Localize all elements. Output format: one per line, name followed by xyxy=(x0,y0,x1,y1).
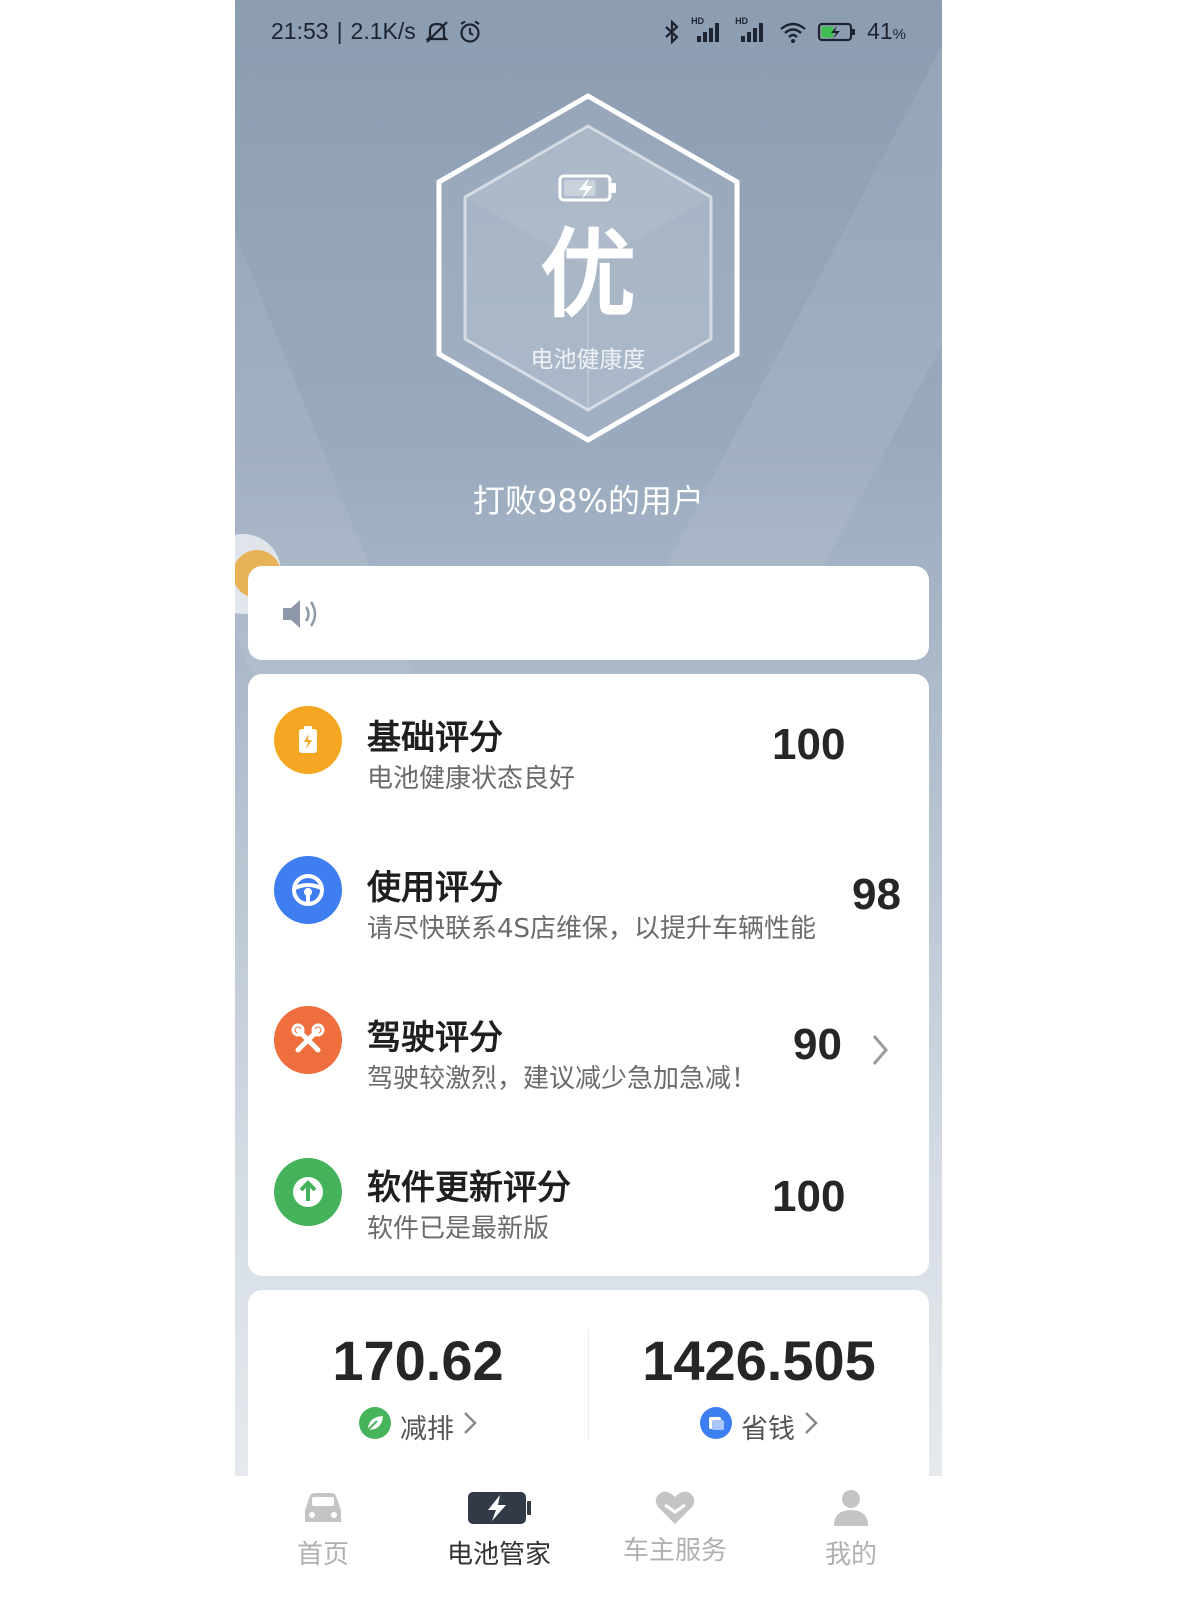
status-net-speed: 2.1K/s xyxy=(350,18,416,44)
emission-stat[interactable]: 170.62 减排 xyxy=(248,1290,588,1470)
sim2-badge: HD xyxy=(735,15,749,26)
savings-stats-card: 170.62 减排 1426.505 省钱 xyxy=(248,1290,929,1490)
battery-health-emblem: 优 电池健康度 xyxy=(433,92,743,444)
score-value: 100 xyxy=(772,1172,846,1221)
upload-arrow-icon xyxy=(274,1158,342,1226)
score-row-driving[interactable]: 驾驶评分 驾驶较激烈，建议减少急加急减！ 90 xyxy=(248,974,929,1124)
battery-unit: % xyxy=(892,26,906,43)
score-desc: 软件已是最新版 xyxy=(367,1214,550,1244)
signal-icon-2: HD xyxy=(735,16,769,44)
emission-label: 减排 xyxy=(400,1414,454,1445)
nav-label: 我的 xyxy=(824,1540,877,1570)
chevron-right-icon[interactable] xyxy=(870,1032,890,1072)
status-time: 21:53 xyxy=(271,18,329,44)
score-title: 软件更新评分 xyxy=(367,1168,571,1208)
person-icon xyxy=(834,1490,868,1526)
wrench-icon xyxy=(274,1006,342,1074)
money-stat[interactable]: 1426.505 省钱 xyxy=(589,1290,929,1470)
notice-banner[interactable] xyxy=(248,566,929,660)
score-value: 98 xyxy=(852,870,901,919)
score-desc: 请尽快联系4S店维保，以提升车辆性能 xyxy=(367,914,817,944)
money-label: 省钱 xyxy=(741,1414,795,1445)
emission-link[interactable]: 减排 xyxy=(248,1406,588,1447)
score-desc: 驾驶较激烈，建议减少急加急减！ xyxy=(367,1064,758,1094)
signal-icon: HD xyxy=(691,16,725,44)
battery-bolt-icon xyxy=(468,1492,531,1524)
nav-home[interactable]: 首页 xyxy=(235,1476,411,1599)
bluetooth-icon xyxy=(663,19,681,44)
steering-wheel-icon xyxy=(274,856,342,924)
score-title: 使用评分 xyxy=(367,868,503,908)
money-link[interactable]: 省钱 xyxy=(589,1406,929,1447)
bottom-navigation: 首页 电池管家 车主服务 我的 xyxy=(235,1476,942,1599)
nav-mine[interactable]: 我的 xyxy=(763,1476,939,1599)
beat-users-text: 打败98%的用户 xyxy=(472,482,705,520)
battery-charge-icon xyxy=(274,706,342,774)
alarm-icon xyxy=(458,20,482,44)
nav-label: 电池管家 xyxy=(446,1540,551,1570)
coin-icon xyxy=(699,1406,733,1447)
scores-card: 基础评分 电池健康状态良好 100 使用评分 请尽快联系4S店维保，以提升车辆性… xyxy=(248,674,929,1276)
health-grade-label: 电池健康度 xyxy=(530,347,646,373)
score-row-basic: 基础评分 电池健康状态良好 100 xyxy=(248,674,929,824)
score-row-software: 软件更新评分 软件已是最新版 100 xyxy=(248,1124,929,1274)
score-desc: 电池健康状态良好 xyxy=(367,764,576,794)
nav-label: 车主服务 xyxy=(622,1536,727,1566)
status-bar: 21:53 | 2.1K/s HD HD 41 % xyxy=(235,0,942,64)
score-value: 100 xyxy=(772,720,846,769)
score-title: 驾驶评分 xyxy=(367,1018,503,1058)
nav-battery-manager[interactable]: 电池管家 xyxy=(411,1476,587,1599)
score-value: 90 xyxy=(793,1020,842,1069)
emission-value: 170.62 xyxy=(332,1329,504,1392)
score-row-usage: 使用评分 请尽快联系4S店维保，以提升车辆性能 98 xyxy=(248,824,929,974)
heart-service-icon xyxy=(655,1491,695,1524)
speaker-icon xyxy=(280,596,324,636)
mute-icon xyxy=(424,20,450,44)
sim1-badge: HD xyxy=(691,15,705,26)
battery-charging-icon xyxy=(817,20,857,44)
leaf-icon xyxy=(358,1406,392,1447)
battery-bolt-icon xyxy=(558,172,618,208)
phone-screen: 21:53 | 2.1K/s HD HD 41 % 优 电池健康度 打败98%的… xyxy=(235,0,942,1599)
wifi-icon xyxy=(779,20,807,44)
nav-owner-service[interactable]: 车主服务 xyxy=(587,1476,763,1599)
car-icon xyxy=(305,1493,341,1522)
health-grade: 优 xyxy=(540,219,636,331)
score-title: 基础评分 xyxy=(367,718,503,758)
battery-percent: 41 xyxy=(867,18,893,44)
chevron-right-icon xyxy=(462,1409,478,1444)
money-value: 1426.505 xyxy=(642,1329,876,1392)
status-separator: | xyxy=(336,18,343,44)
nav-label: 首页 xyxy=(296,1540,349,1570)
chevron-right-icon xyxy=(803,1409,819,1444)
